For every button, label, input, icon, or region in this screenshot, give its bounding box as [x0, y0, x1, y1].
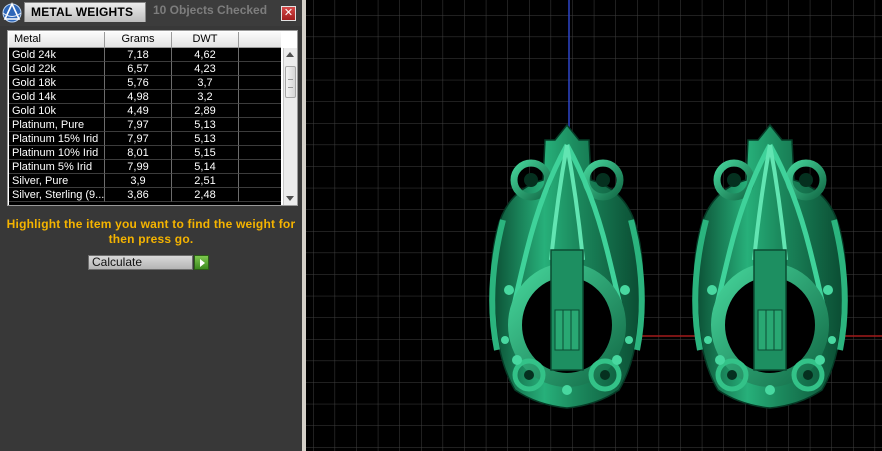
- cell-dwt: 5,14: [172, 160, 239, 174]
- cell-grams: 4,98: [105, 90, 172, 104]
- cell-grams: 3,86: [105, 188, 172, 202]
- objects-checked-label: 10 Objects Checked: [153, 3, 268, 17]
- cell-dwt: 2,51: [172, 174, 239, 188]
- cell-blank: [239, 132, 281, 146]
- calculate-select[interactable]: Calculate: [88, 255, 193, 270]
- cell-metal: Platinum, Pure: [9, 118, 105, 132]
- cell-dwt: 3,2: [172, 90, 239, 104]
- cell-blank: [239, 76, 281, 90]
- scrollbar-thumb[interactable]: [285, 66, 296, 98]
- cell-grams: 8,01: [105, 146, 172, 160]
- matrix-logo-icon: [0, 0, 24, 26]
- cell-metal: Gold 14k: [9, 90, 105, 104]
- cell-metal: Platinum 15% Irid: [9, 132, 105, 146]
- scroll-down-arrow-icon[interactable]: [286, 196, 294, 201]
- cell-blank: [239, 146, 281, 160]
- table-row[interactable]: Platinum 10% Irid 8,01 5,15: [9, 146, 281, 160]
- instruction-line-2: then press go.: [108, 232, 194, 246]
- cell-grams: 5,76: [105, 76, 172, 90]
- cell-grams: 7,97: [105, 132, 172, 146]
- panel-titlebar: METAL WEIGHTS 10 Objects Checked ✕: [0, 0, 302, 26]
- cell-blank: [239, 90, 281, 104]
- cell-dwt: 2,48: [172, 188, 239, 202]
- cell-metal: Gold 18k: [9, 76, 105, 90]
- cell-grams: 3,9: [105, 174, 172, 188]
- cell-grams: 4,49: [105, 104, 172, 118]
- cell-grams: 7,99: [105, 160, 172, 174]
- cell-blank: [239, 62, 281, 76]
- cell-dwt: 5,15: [172, 146, 239, 160]
- cell-metal: Gold 24k: [9, 48, 105, 62]
- 3d-viewport[interactable]: [306, 0, 882, 451]
- instruction-line-1: Highlight the item you want to find the …: [6, 217, 296, 231]
- panel-title: METAL WEIGHTS: [31, 5, 134, 19]
- table-row[interactable]: Gold 24k 7,18 4,62: [9, 48, 281, 62]
- cell-grams: 7,97: [105, 118, 172, 132]
- cell-metal: Silver, Pure: [9, 174, 105, 188]
- cell-grams: 6,57: [105, 62, 172, 76]
- table-row[interactable]: Platinum 15% Irid 7,97 5,13: [9, 132, 281, 146]
- cell-dwt: 4,23: [172, 62, 239, 76]
- cell-metal: Platinum 10% Irid: [9, 146, 105, 160]
- table-row[interactable]: Gold 10k 4,49 2,89: [9, 104, 281, 118]
- table-row[interactable]: Gold 18k 5,76 3,7: [9, 76, 281, 90]
- table-body: Gold 24k 7,18 4,62 Gold 22k 6,57 4,23 Gold 1…: [9, 48, 281, 205]
- table-row[interactable]: Gold 22k 6,57 4,23: [9, 62, 281, 76]
- column-header-dwt[interactable]: DWT: [172, 32, 239, 48]
- panel-title-tab[interactable]: METAL WEIGHTS: [24, 2, 146, 22]
- cell-blank: [239, 48, 281, 62]
- table-header: Metal Grams DWT: [9, 32, 281, 48]
- cell-blank: [239, 174, 281, 188]
- cell-metal: Silver, Sterling (9...: [9, 188, 105, 202]
- instruction-text: Highlight the item you want to find the …: [0, 217, 302, 247]
- cell-metal: Gold 10k: [9, 104, 105, 118]
- column-header-blank: [239, 32, 281, 48]
- close-icon[interactable]: ✕: [281, 6, 296, 21]
- viewport-canvas[interactable]: [306, 0, 882, 451]
- cell-dwt: 5,13: [172, 132, 239, 146]
- table-row[interactable]: Silver, Sterling (9... 3,86 2,48: [9, 188, 281, 202]
- cell-metal: Platinum 5% Irid: [9, 160, 105, 174]
- cell-blank: [239, 188, 281, 202]
- cell-blank: [239, 160, 281, 174]
- go-button[interactable]: [194, 255, 209, 270]
- cell-metal: Gold 22k: [9, 62, 105, 76]
- cell-blank: [239, 104, 281, 118]
- cell-dwt: 4,62: [172, 48, 239, 62]
- cell-dwt: 3,7: [172, 76, 239, 90]
- table-row[interactable]: Platinum, Pure 7,97 5,13: [9, 118, 281, 132]
- cell-dwt: 5,13: [172, 118, 239, 132]
- metal-weights-table: Metal Grams DWT Gold 24k 7,18 4,62 Gold 22…: [7, 30, 298, 206]
- scroll-up-arrow-icon[interactable]: [286, 52, 294, 57]
- metal-weights-panel: METAL WEIGHTS 10 Objects Checked ✕ Metal…: [0, 0, 302, 451]
- table-row[interactable]: Silver, Pure 3,9 2,51: [9, 174, 281, 188]
- cell-blank: [239, 118, 281, 132]
- column-header-metal[interactable]: Metal: [9, 32, 105, 48]
- table-row[interactable]: Platinum 5% Irid 7,99 5,14: [9, 160, 281, 174]
- cell-grams: 7,18: [105, 48, 172, 62]
- table-row[interactable]: Gold 14k 4,98 3,2: [9, 90, 281, 104]
- table-scrollbar[interactable]: [283, 48, 297, 205]
- column-header-grams[interactable]: Grams: [105, 32, 172, 48]
- cell-dwt: 2,89: [172, 104, 239, 118]
